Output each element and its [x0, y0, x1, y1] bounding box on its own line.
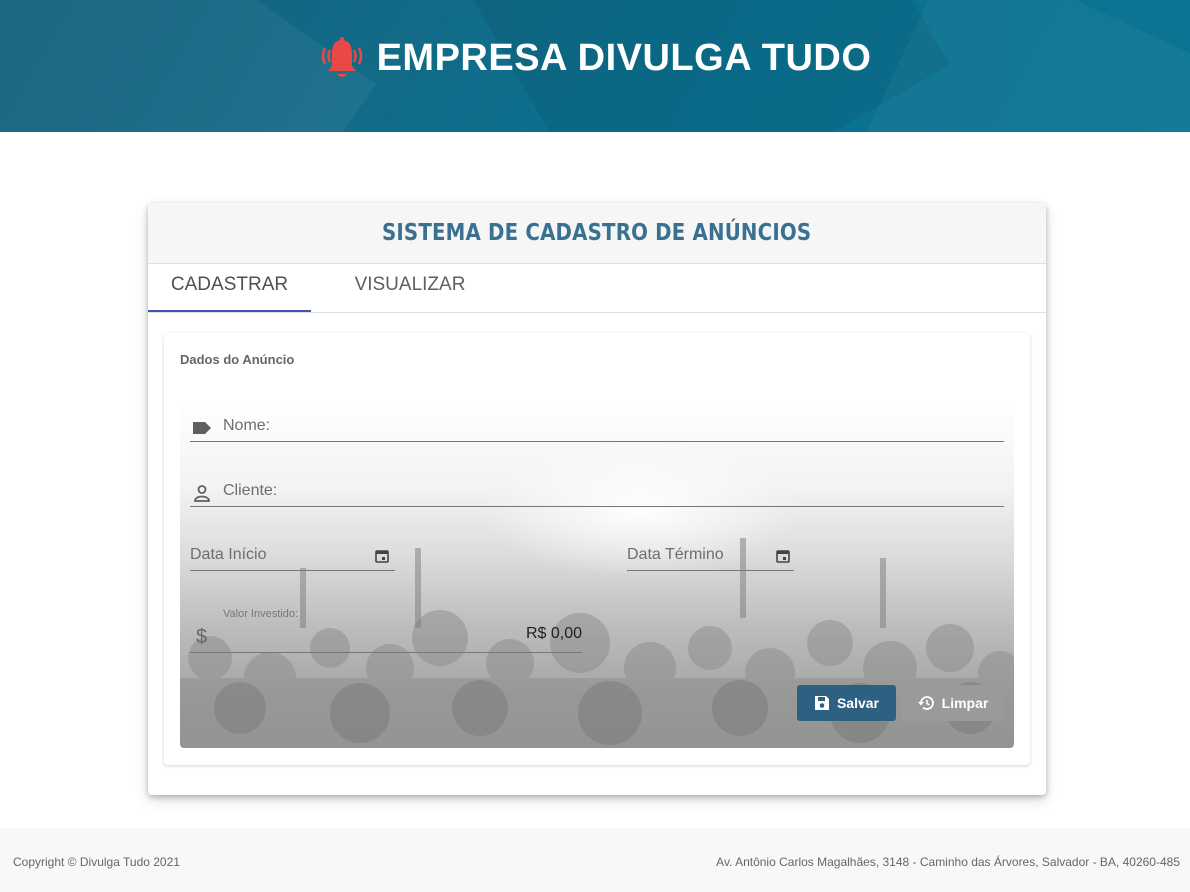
- bell-icon: [321, 37, 362, 77]
- person-icon: [194, 485, 210, 502]
- form-panel: Dados do Anúncio Nome: Cliente: Data Iní…: [164, 333, 1030, 765]
- tab-cadastrar[interactable]: CADASTRAR: [148, 264, 311, 312]
- card-title: SISTEMA DE CADASTRO DE ANÚNCIOS: [382, 220, 812, 246]
- tab-bar: CADASTRAR VISUALIZAR: [148, 264, 1046, 313]
- crowd-background-image: Nome: Cliente: Data Início Data Término: [180, 399, 1014, 748]
- clear-button[interactable]: Limpar: [901, 685, 1004, 721]
- address-text: Av. Antônio Carlos Magalhães, 3148 - Cam…: [716, 855, 1180, 869]
- history-icon: [917, 696, 934, 710]
- save-button[interactable]: Salvar: [797, 685, 896, 721]
- calendar-icon[interactable]: [776, 549, 790, 563]
- tag-icon: [193, 422, 211, 434]
- data-inicio-field[interactable]: Data Início: [190, 545, 395, 571]
- brand: EMPRESA DIVULGA TUDO: [0, 34, 1190, 87]
- save-icon: [814, 696, 829, 710]
- data-termino-field[interactable]: Data Término: [627, 545, 794, 571]
- nome-label: Nome:: [223, 417, 271, 434]
- valor-investido-field[interactable]: Valor Investido: $ R$ 0,00: [190, 607, 582, 653]
- cliente-field[interactable]: Cliente:: [190, 481, 1004, 507]
- data-inicio-label: Data Início: [190, 546, 267, 563]
- valor-value: R$ 0,00: [525, 625, 582, 642]
- cliente-label: Cliente:: [223, 482, 278, 499]
- valor-label: Valor Investido:: [223, 608, 299, 620]
- data-termino-label: Data Término: [627, 546, 724, 563]
- card-header: SISTEMA DE CADASTRO DE ANÚNCIOS: [148, 203, 1046, 264]
- main-card: SISTEMA DE CADASTRO DE ANÚNCIOS CADASTRA…: [148, 203, 1046, 795]
- page-header: EMPRESA DIVULGA TUDO: [0, 0, 1190, 132]
- copyright-text: Copyright © Divulga Tudo 2021: [13, 855, 180, 869]
- tab-visualizar[interactable]: VISUALIZAR: [311, 264, 509, 312]
- brand-title: EMPRESA DIVULGA TUDO: [376, 36, 872, 79]
- section-label: Dados do Anúncio: [180, 352, 295, 367]
- calendar-icon[interactable]: [375, 549, 389, 563]
- clear-label: Limpar: [941, 695, 989, 711]
- page-footer: Copyright © Divulga Tudo 2021 Av. Antôni…: [0, 828, 1190, 892]
- nome-field[interactable]: Nome:: [190, 416, 1004, 442]
- save-label: Salvar: [836, 695, 880, 711]
- dollar-icon: $: [196, 626, 208, 648]
